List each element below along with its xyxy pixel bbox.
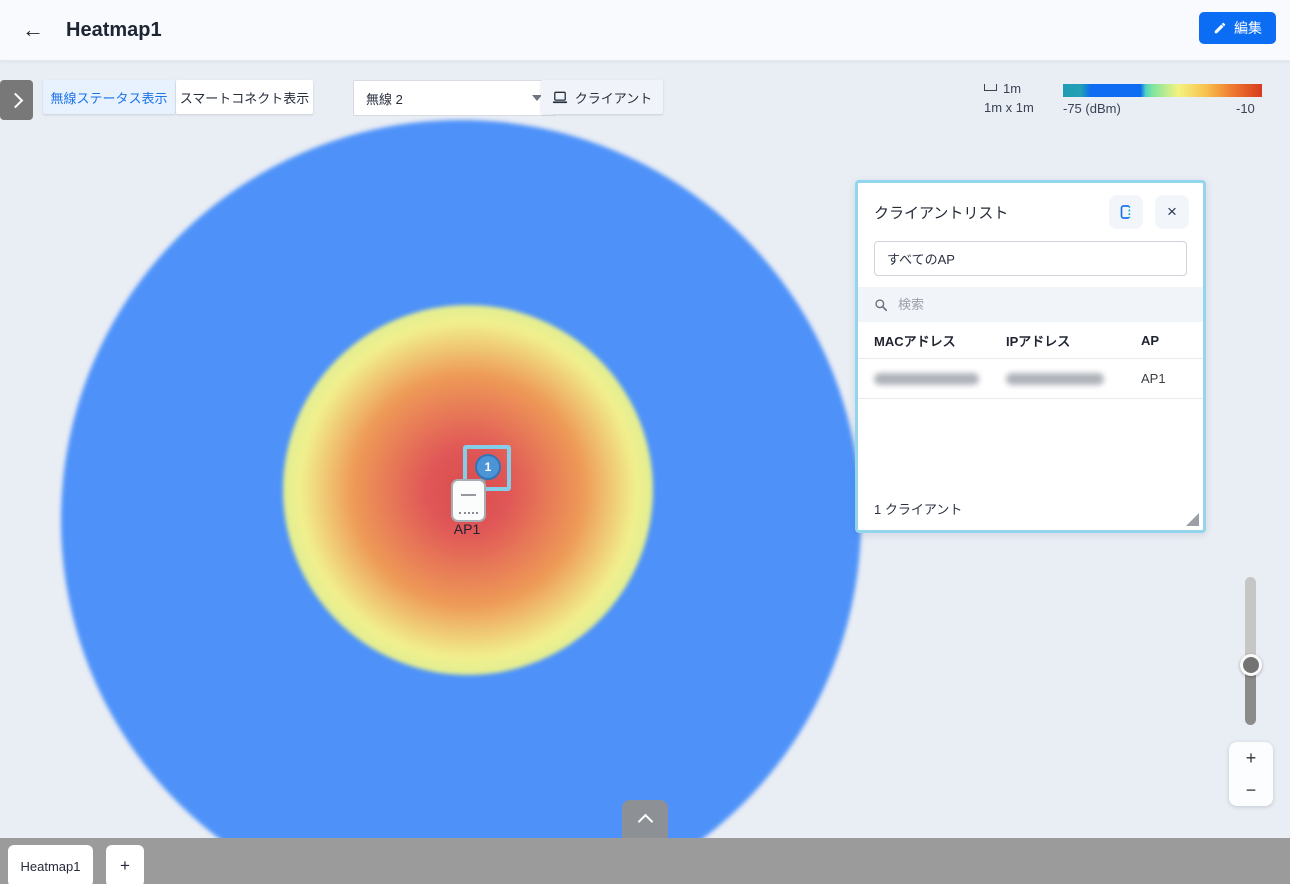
ap-icon-dots (459, 512, 478, 514)
pencil-icon (1213, 21, 1227, 35)
zoom-slider-thumb[interactable] (1240, 654, 1262, 676)
floor-tab-heatmap1[interactable]: Heatmap1 (8, 845, 93, 884)
client-table-header: MACアドレス IPアドレス AP (858, 322, 1203, 359)
ap-icon-line (461, 494, 476, 496)
laptop-icon (552, 91, 568, 104)
client-toggle-button[interactable]: クライアント (541, 80, 663, 114)
back-arrow-icon[interactable]: ← (22, 0, 44, 60)
zoom-button-panel: + − (1229, 742, 1273, 806)
client-search-bar (858, 287, 1203, 322)
scale-value: 1m (1003, 81, 1021, 96)
search-icon (874, 298, 888, 312)
client-list-title: クライアントリスト (874, 202, 1097, 223)
expand-sidebar-tab[interactable] (0, 80, 33, 120)
gradient-max-label: -10 (1236, 101, 1255, 116)
top-header: ← Heatmap1 編集 (0, 0, 1290, 61)
column-header-ap: AP (1141, 333, 1187, 348)
ap-name-label: AP1 (432, 521, 502, 537)
client-ap-value: AP1 (1141, 371, 1187, 386)
page-title: Heatmap1 (66, 19, 162, 42)
grid-size-label: 1m x 1m (984, 100, 1034, 115)
client-count-badge[interactable]: 1 (475, 454, 501, 480)
zoom-out-button[interactable]: − (1229, 774, 1273, 806)
map-scale-legend: 1m 1m x 1m (984, 80, 1034, 115)
zoom-in-button[interactable]: + (1229, 742, 1273, 774)
dock-panel-button[interactable] (1109, 195, 1143, 229)
chevron-right-icon (7, 92, 23, 108)
add-floor-tab-button[interactable]: + (106, 845, 144, 884)
gradient-min-label: -75 (dBm) (1063, 101, 1121, 116)
client-list-header: クライアントリスト × (858, 183, 1203, 239)
heatmap-app: 1 AP1 ← Heatmap1 編集 無線ステータス表示 スマートコネクト表示… (0, 0, 1290, 884)
scale-bracket-icon (984, 84, 997, 91)
client-toggle-label: クライアント (575, 88, 652, 107)
band-select-dropdown[interactable]: 無線 2 (353, 80, 555, 116)
signal-strength-gradient-bar (1063, 84, 1262, 97)
client-mac-blurred (874, 373, 1006, 385)
close-panel-button[interactable]: × (1155, 195, 1189, 229)
edit-button[interactable]: 編集 (1199, 12, 1276, 44)
ap-filter-value: すべてのAP (887, 249, 955, 268)
zoom-slider-track[interactable] (1245, 577, 1256, 725)
column-header-mac: MACアドレス (874, 331, 1006, 350)
client-search-input[interactable] (896, 296, 1150, 313)
column-header-ip: IPアドレス (1006, 331, 1141, 350)
ap-filter-dropdown[interactable]: すべてのAP (874, 241, 1187, 276)
floor-tab-bar: Heatmap1 + (0, 838, 1290, 884)
access-point-icon[interactable] (451, 479, 486, 522)
collapse-bottom-bar-button[interactable] (622, 800, 668, 838)
blurred-mac-value (874, 373, 979, 385)
client-table-row[interactable]: AP1 (858, 359, 1203, 399)
client-ip-blurred (1006, 373, 1141, 385)
edit-button-label: 編集 (1234, 18, 1262, 38)
panel-resize-handle[interactable] (1186, 513, 1199, 526)
close-icon: × (1167, 202, 1177, 222)
blurred-ip-value (1006, 373, 1104, 385)
smart-connect-toggle[interactable]: スマートコネクト表示 (176, 80, 313, 114)
dock-panel-icon (1117, 203, 1135, 221)
client-list-panel: クライアントリスト × すべてのAP MACアドレス IPアドレス (855, 180, 1206, 533)
wireless-status-toggle[interactable]: 無線ステータス表示 (43, 80, 175, 114)
chevron-up-icon (637, 814, 653, 830)
band-select-value: 無線 2 (366, 89, 403, 108)
client-count-footer: 1 クライアント (874, 499, 962, 518)
